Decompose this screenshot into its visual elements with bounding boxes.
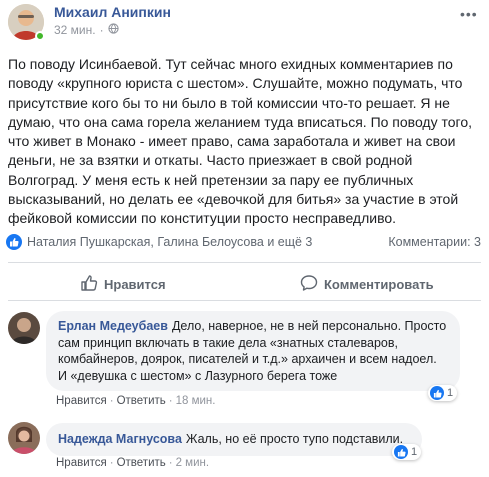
like-reaction-icon (6, 234, 22, 250)
comment-like-link[interactable]: Нравится (56, 457, 107, 469)
post-meta: 32 мин. · (54, 23, 119, 37)
post-time[interactable]: 32 мин. (54, 23, 96, 37)
comment-likes-count: 1 (447, 387, 454, 399)
comment-reactions[interactable]: 1 (392, 444, 422, 460)
comment-reply-link[interactable]: Ответить (117, 457, 166, 469)
comment-button[interactable]: Комментировать (300, 274, 434, 295)
like-reaction-icon (430, 386, 444, 400)
comment-actions: Нравится · Ответить · 18 мин. (56, 395, 215, 407)
post-author-name[interactable]: Михаил Анипкин (54, 4, 171, 20)
more-options-icon[interactable]: ••• (460, 6, 478, 22)
comment-avatar[interactable] (8, 312, 40, 344)
comment-author[interactable]: Надежда Магнусова (58, 432, 182, 446)
reactions-summary[interactable]: Наталия Пушкарская, Галина Белоусова и е… (6, 234, 312, 250)
reactions-names[interactable]: Наталия Пушкарская, Галина Белоусова и е… (27, 235, 312, 249)
comment-bubble-icon (300, 274, 318, 295)
like-button-label: Нравится (104, 277, 166, 292)
comment-bubble: Надежда Магнусова Жаль, но её просто тупо… (46, 423, 422, 456)
divider (8, 300, 481, 301)
online-status-icon (35, 31, 45, 41)
comment-time[interactable]: 18 мин. (176, 395, 216, 407)
comment-reply-link[interactable]: Ответить (117, 395, 166, 407)
comment-time[interactable]: 2 мин. (176, 457, 209, 469)
comment-bubble: Ерлан Медеубаев Дело, наверное, не в ней … (46, 311, 460, 391)
dot-separator-icon: · (109, 395, 114, 407)
divider (8, 262, 481, 263)
dot-separator-icon: · (99, 23, 104, 37)
dot-separator-icon: · (168, 395, 173, 407)
public-globe-icon (107, 23, 119, 37)
comment-like-link[interactable]: Нравится (56, 395, 107, 407)
comment-reactions[interactable]: 1 (428, 385, 458, 401)
comment-actions: Нравится · Ответить · 2 мин. (56, 457, 209, 469)
comment-author[interactable]: Ерлан Медеубаев (58, 319, 168, 333)
like-reaction-icon (394, 445, 408, 459)
comments-count[interactable]: Комментарии: 3 (388, 235, 481, 249)
comment-text: Жаль, но её просто тупо подставили. (185, 432, 404, 446)
comment-button-label: Комментировать (324, 277, 434, 292)
dot-separator-icon: · (168, 457, 173, 469)
post-text: По поводу Исинбаевой. Тут сейчас много е… (8, 56, 473, 227)
like-button[interactable]: Нравится (80, 274, 166, 295)
comment-likes-count: 1 (411, 446, 418, 458)
dot-separator-icon: · (109, 457, 114, 469)
thumbs-up-icon (80, 274, 98, 295)
comment-avatar[interactable] (8, 422, 40, 454)
